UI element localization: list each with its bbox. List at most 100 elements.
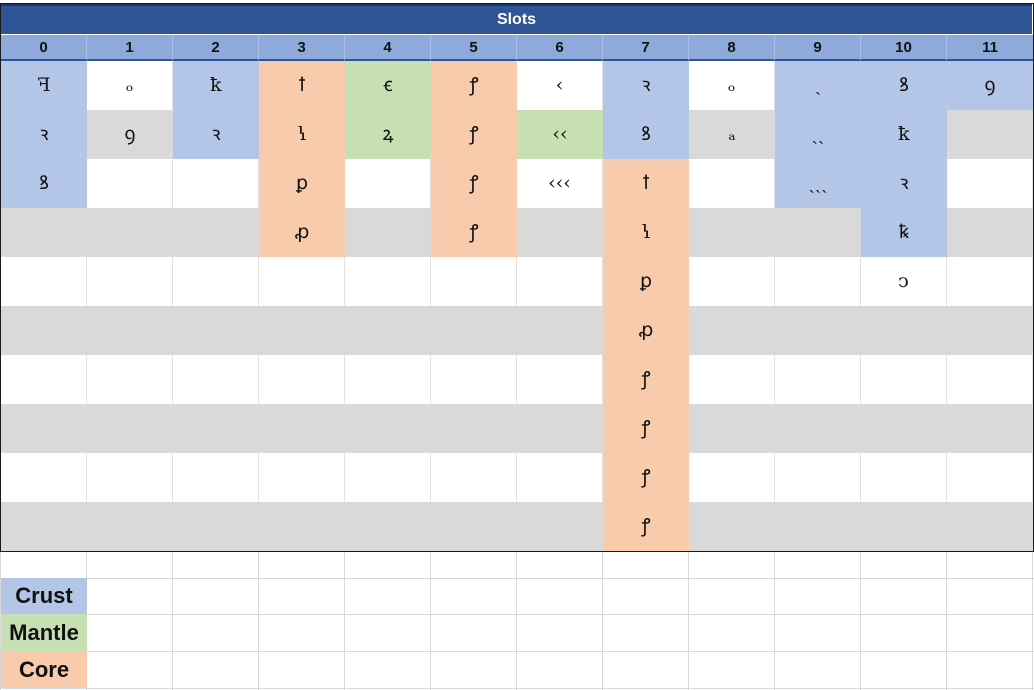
slot-cell-r5-c9[interactable]: [775, 306, 861, 355]
slot-cell-r1-c7[interactable]: ꝸ: [603, 110, 689, 159]
slot-cell-r0-c5[interactable]: ꝭ: [431, 61, 517, 110]
slot-cell-r3-c0[interactable]: [1, 208, 87, 257]
slot-cell-r6-c6[interactable]: [517, 355, 603, 404]
slot-cell-r3-c2[interactable]: [173, 208, 259, 257]
slot-cell-r4-c1[interactable]: [87, 257, 173, 306]
column-header-11[interactable]: 11: [947, 35, 1033, 61]
slot-cell-r1-c10[interactable]: ꝁ: [861, 110, 947, 159]
slot-cell-r1-c2[interactable]: ꝛ: [173, 110, 259, 159]
slot-cell-r9-c0[interactable]: [1, 502, 87, 551]
column-header-6[interactable]: 6: [517, 35, 603, 61]
slot-cell-r9-c8[interactable]: [689, 502, 775, 551]
slot-cell-r7-c11[interactable]: [947, 404, 1033, 453]
slot-cell-r7-c6[interactable]: [517, 404, 603, 453]
slot-cell-r4-c7[interactable]: ꝑ: [603, 257, 689, 306]
slot-cell-r5-c5[interactable]: [431, 306, 517, 355]
slot-cell-r7-c8[interactable]: [689, 404, 775, 453]
slot-cell-r7-c1[interactable]: [87, 404, 173, 453]
slot-cell-r4-c11[interactable]: [947, 257, 1033, 306]
slot-cell-r0-c6[interactable]: ‹: [517, 61, 603, 110]
slot-cell-r8-c8[interactable]: [689, 453, 775, 502]
slot-cell-r5-c8[interactable]: [689, 306, 775, 355]
slot-cell-r0-c8[interactable]: ₒ: [689, 61, 775, 110]
slot-cell-r6-c9[interactable]: [775, 355, 861, 404]
slot-cell-r9-c4[interactable]: [345, 502, 431, 551]
column-header-1[interactable]: 1: [87, 35, 173, 61]
slot-cell-r6-c3[interactable]: [259, 355, 345, 404]
slot-cell-r8-c5[interactable]: [431, 453, 517, 502]
slot-cell-r3-c9[interactable]: [775, 208, 861, 257]
slot-cell-r1-c4[interactable]: ꝝ: [345, 110, 431, 159]
slot-cell-r5-c2[interactable]: [173, 306, 259, 355]
slot-cell-r5-c1[interactable]: [87, 306, 173, 355]
slot-cell-r3-c7[interactable]: ꝇ: [603, 208, 689, 257]
slot-cell-r1-c0[interactable]: ꝛ: [1, 110, 87, 159]
slot-cell-r4-c2[interactable]: [173, 257, 259, 306]
slot-cell-r2-c11[interactable]: [947, 159, 1033, 208]
slot-cell-r4-c10[interactable]: ↄ: [861, 257, 947, 306]
slot-cell-r3-c3[interactable]: ꝓ: [259, 208, 345, 257]
slot-cell-r9-c5[interactable]: [431, 502, 517, 551]
slot-cell-r8-c1[interactable]: [87, 453, 173, 502]
slot-cell-r0-c0[interactable]: ꟻ: [1, 61, 87, 110]
slot-cell-r7-c7[interactable]: ꝭ: [603, 404, 689, 453]
column-header-3[interactable]: 3: [259, 35, 345, 61]
slot-cell-r9-c11[interactable]: [947, 502, 1033, 551]
slot-cell-r9-c9[interactable]: [775, 502, 861, 551]
slot-cell-r1-c6[interactable]: ‹‹: [517, 110, 603, 159]
slot-cell-r4-c5[interactable]: [431, 257, 517, 306]
slot-cell-r6-c4[interactable]: [345, 355, 431, 404]
slot-cell-r7-c4[interactable]: [345, 404, 431, 453]
slot-cell-r5-c7[interactable]: ꝓ: [603, 306, 689, 355]
slot-cell-r3-c8[interactable]: [689, 208, 775, 257]
slot-cell-r1-c3[interactable]: ꝇ: [259, 110, 345, 159]
slot-cell-r4-c6[interactable]: [517, 257, 603, 306]
slot-cell-r2-c9[interactable]: ˎˎˎ: [775, 159, 861, 208]
slot-cell-r7-c5[interactable]: [431, 404, 517, 453]
column-header-7[interactable]: 7: [603, 35, 689, 61]
slot-cell-r5-c11[interactable]: [947, 306, 1033, 355]
slot-cell-r0-c1[interactable]: ₒ: [87, 61, 173, 110]
slot-cell-r6-c8[interactable]: [689, 355, 775, 404]
slot-cell-r2-c5[interactable]: ꝭ: [431, 159, 517, 208]
legend-mantle[interactable]: Mantle: [1, 614, 87, 651]
slot-cell-r9-c10[interactable]: [861, 502, 947, 551]
slot-cell-r2-c4[interactable]: [345, 159, 431, 208]
slot-cell-r6-c2[interactable]: [173, 355, 259, 404]
slot-cell-r7-c0[interactable]: [1, 404, 87, 453]
slot-cell-r2-c2[interactable]: [173, 159, 259, 208]
slot-cell-r3-c1[interactable]: [87, 208, 173, 257]
slot-cell-r8-c4[interactable]: [345, 453, 431, 502]
column-header-10[interactable]: 10: [861, 35, 947, 61]
slot-cell-r2-c8[interactable]: [689, 159, 775, 208]
slot-cell-r1-c1[interactable]: ꝯ: [87, 110, 173, 159]
slot-cell-r8-c11[interactable]: [947, 453, 1033, 502]
slot-cell-r8-c10[interactable]: [861, 453, 947, 502]
slot-cell-r4-c3[interactable]: [259, 257, 345, 306]
slot-cell-r2-c7[interactable]: ꝉ: [603, 159, 689, 208]
column-header-9[interactable]: 9: [775, 35, 861, 61]
legend-core[interactable]: Core: [1, 651, 87, 688]
slot-cell-r9-c1[interactable]: [87, 502, 173, 551]
slot-cell-r7-c10[interactable]: [861, 404, 947, 453]
slot-cell-r9-c7[interactable]: ꝭ: [603, 502, 689, 551]
slot-cell-r2-c6[interactable]: ‹‹‹: [517, 159, 603, 208]
slot-cell-r4-c0[interactable]: [1, 257, 87, 306]
slot-cell-r6-c7[interactable]: ꝭ: [603, 355, 689, 404]
slot-cell-r7-c9[interactable]: [775, 404, 861, 453]
legend-crust[interactable]: Crust: [1, 578, 87, 614]
slot-cell-r2-c3[interactable]: ꝑ: [259, 159, 345, 208]
column-header-0[interactable]: 0: [1, 35, 87, 61]
slot-cell-r3-c11[interactable]: [947, 208, 1033, 257]
slot-cell-r6-c11[interactable]: [947, 355, 1033, 404]
slot-cell-r8-c2[interactable]: [173, 453, 259, 502]
slot-cell-r8-c0[interactable]: [1, 453, 87, 502]
slot-cell-r1-c11[interactable]: [947, 110, 1033, 159]
slot-cell-r6-c5[interactable]: [431, 355, 517, 404]
slot-cell-r4-c9[interactable]: [775, 257, 861, 306]
slot-cell-r7-c2[interactable]: [173, 404, 259, 453]
slot-cell-r8-c7[interactable]: ꝭ: [603, 453, 689, 502]
slot-cell-r0-c9[interactable]: ˎ: [775, 61, 861, 110]
slot-cell-r8-c6[interactable]: [517, 453, 603, 502]
slot-cell-r6-c10[interactable]: [861, 355, 947, 404]
